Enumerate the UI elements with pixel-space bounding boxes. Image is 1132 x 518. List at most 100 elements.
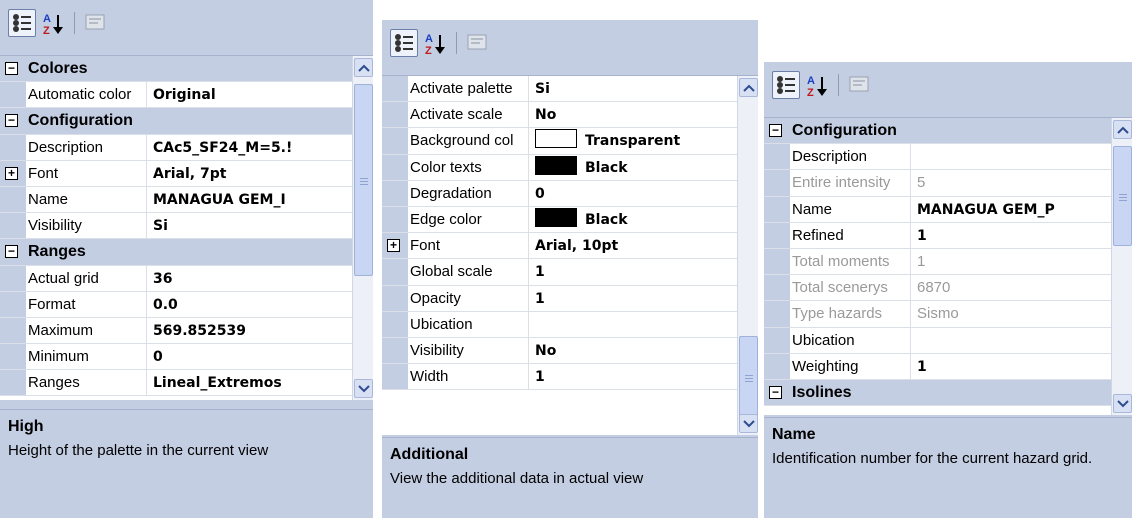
property-value[interactable]: 6870 <box>910 275 1111 301</box>
categorized-icon[interactable] <box>8 9 36 37</box>
property-row[interactable]: Weighting 1 <box>764 353 1111 380</box>
property-value[interactable]: 1 <box>528 364 737 390</box>
collapse-icon[interactable]: − <box>5 114 18 128</box>
property-row[interactable]: Description <box>764 144 1111 171</box>
scroll-thumb[interactable] <box>1113 146 1132 246</box>
scroll-up-arrow-icon[interactable] <box>1113 120 1132 139</box>
property-row[interactable]: Format 0.0 <box>0 291 352 318</box>
property-row[interactable]: Refined 1 <box>764 222 1111 249</box>
property-row[interactable]: Opacity 1 <box>382 285 737 312</box>
vertical-scrollbar[interactable] <box>737 76 758 435</box>
property-value[interactable] <box>910 327 1111 353</box>
property-value-text: MANAGUA GEM_I <box>153 191 286 208</box>
property-row[interactable]: Edge color Black <box>382 206 737 234</box>
property-value[interactable]: 36 <box>146 265 352 291</box>
property-row[interactable]: Entire intensity 5 <box>764 170 1111 197</box>
property-row[interactable]: Visibility No <box>382 337 737 365</box>
property-value[interactable]: MANAGUA GEM_P <box>910 196 1111 222</box>
property-row[interactable]: Automatic color Original <box>0 82 352 109</box>
property-row[interactable]: Description CAc5_SF24_M=5.! <box>0 134 352 161</box>
property-value[interactable]: No <box>528 102 737 128</box>
property-pages-icon[interactable] <box>464 29 492 57</box>
property-value[interactable]: 5 <box>910 170 1111 196</box>
property-row[interactable]: Activate scale No <box>382 102 737 129</box>
property-row[interactable]: Total scenerys 6870 <box>764 275 1111 302</box>
property-row[interactable]: + Font Arial, 7pt <box>0 160 352 187</box>
property-row[interactable]: Minimum 0 <box>0 344 352 371</box>
property-row[interactable]: Ranges Lineal_Extremos <box>0 370 352 397</box>
property-row[interactable]: Actual grid 36 <box>0 265 352 292</box>
property-value[interactable] <box>528 311 737 337</box>
property-row[interactable]: Maximum 569.852539 <box>0 317 352 345</box>
property-value[interactable]: 1 <box>528 259 737 285</box>
property-value[interactable]: 0 <box>146 344 352 370</box>
property-row[interactable]: Name MANAGUA GEM_P <box>764 196 1111 223</box>
expand-icon[interactable]: + <box>387 239 400 253</box>
property-value[interactable]: CAc5_SF24_M=5.! <box>146 134 352 160</box>
collapse-icon[interactable]: − <box>769 124 782 137</box>
scroll-up-arrow-icon[interactable] <box>739 78 758 97</box>
scroll-thumb[interactable] <box>354 84 373 276</box>
property-row[interactable]: + Font Arial, 10pt <box>382 233 737 260</box>
scroll-down-arrow-icon[interactable] <box>739 414 758 433</box>
collapse-icon[interactable]: − <box>5 245 18 259</box>
category-row[interactable]: − Configuration <box>764 118 1111 145</box>
property-value[interactable]: MANAGUA GEM_I <box>146 186 352 213</box>
scroll-up-arrow-icon[interactable] <box>354 58 373 77</box>
grip-line <box>745 378 753 379</box>
categorized-icon[interactable] <box>390 29 418 57</box>
vertical-scrollbar[interactable] <box>352 56 373 400</box>
property-value[interactable]: 1 <box>910 248 1111 275</box>
property-row[interactable]: Name MANAGUA GEM_I <box>0 186 352 214</box>
property-value[interactable]: 0.0 <box>146 291 352 317</box>
scroll-down-arrow-icon[interactable] <box>354 379 373 398</box>
sort-az-icon[interactable]: AZ <box>804 71 832 99</box>
category-row[interactable]: − Ranges <box>0 239 352 266</box>
collapse-icon[interactable]: − <box>769 385 782 399</box>
property-row[interactable]: Degradation 0 <box>382 180 737 207</box>
property-pages-icon[interactable] <box>846 71 874 99</box>
category-row[interactable]: − Configuration <box>0 108 352 135</box>
property-value[interactable]: Black <box>528 154 737 180</box>
categorized-icon[interactable] <box>772 71 800 99</box>
sort-az-icon[interactable]: AZ <box>40 9 68 37</box>
property-value[interactable]: No <box>528 337 737 364</box>
category-row[interactable]: − Isolines <box>764 379 1111 407</box>
property-row[interactable]: Global scale 1 <box>382 259 737 286</box>
property-value[interactable]: 1 <box>528 285 737 311</box>
property-value[interactable]: 0 <box>528 180 737 206</box>
property-value[interactable]: Lineal_Extremos <box>146 370 352 396</box>
property-pages-icon[interactable] <box>82 9 110 37</box>
property-value[interactable] <box>910 144 1111 170</box>
property-value[interactable]: Sismo <box>910 301 1111 327</box>
category-label: Colores <box>28 60 88 77</box>
expand-icon[interactable]: + <box>5 166 18 180</box>
property-row[interactable]: Background col Transparent <box>382 128 737 155</box>
property-row[interactable]: Activate palette Si <box>382 76 737 103</box>
property-value[interactable]: Arial, 10pt <box>528 233 737 259</box>
property-value[interactable]: Si <box>528 76 737 102</box>
category-row[interactable]: − Colores <box>0 56 352 83</box>
property-row[interactable]: Visibility Si <box>0 213 352 240</box>
property-value[interactable]: Transparent <box>528 128 737 154</box>
property-value[interactable]: 569.852539 <box>146 317 352 344</box>
property-value[interactable]: Si <box>146 213 352 239</box>
scroll-thumb[interactable] <box>739 336 758 418</box>
collapse-icon[interactable]: − <box>5 62 18 75</box>
property-value[interactable]: Arial, 7pt <box>146 160 352 186</box>
property-value[interactable]: 1 <box>910 353 1111 379</box>
property-row[interactable]: Type hazards Sismo <box>764 301 1111 328</box>
property-row[interactable]: Ubication <box>382 311 737 338</box>
property-row[interactable]: Color texts Black <box>382 154 737 181</box>
property-name: Background col <box>410 132 514 150</box>
svg-text:Z: Z <box>425 45 432 57</box>
sort-az-icon[interactable]: AZ <box>422 29 450 57</box>
vertical-scrollbar[interactable] <box>1111 118 1132 415</box>
property-row[interactable]: Width 1 <box>382 364 737 391</box>
property-value[interactable]: 1 <box>910 222 1111 248</box>
property-value[interactable]: Original <box>146 82 352 108</box>
property-value[interactable]: Black <box>528 206 737 233</box>
property-row[interactable]: Total moments 1 <box>764 248 1111 276</box>
property-row[interactable]: Ubication <box>764 327 1111 354</box>
scroll-down-arrow-icon[interactable] <box>1113 394 1132 413</box>
